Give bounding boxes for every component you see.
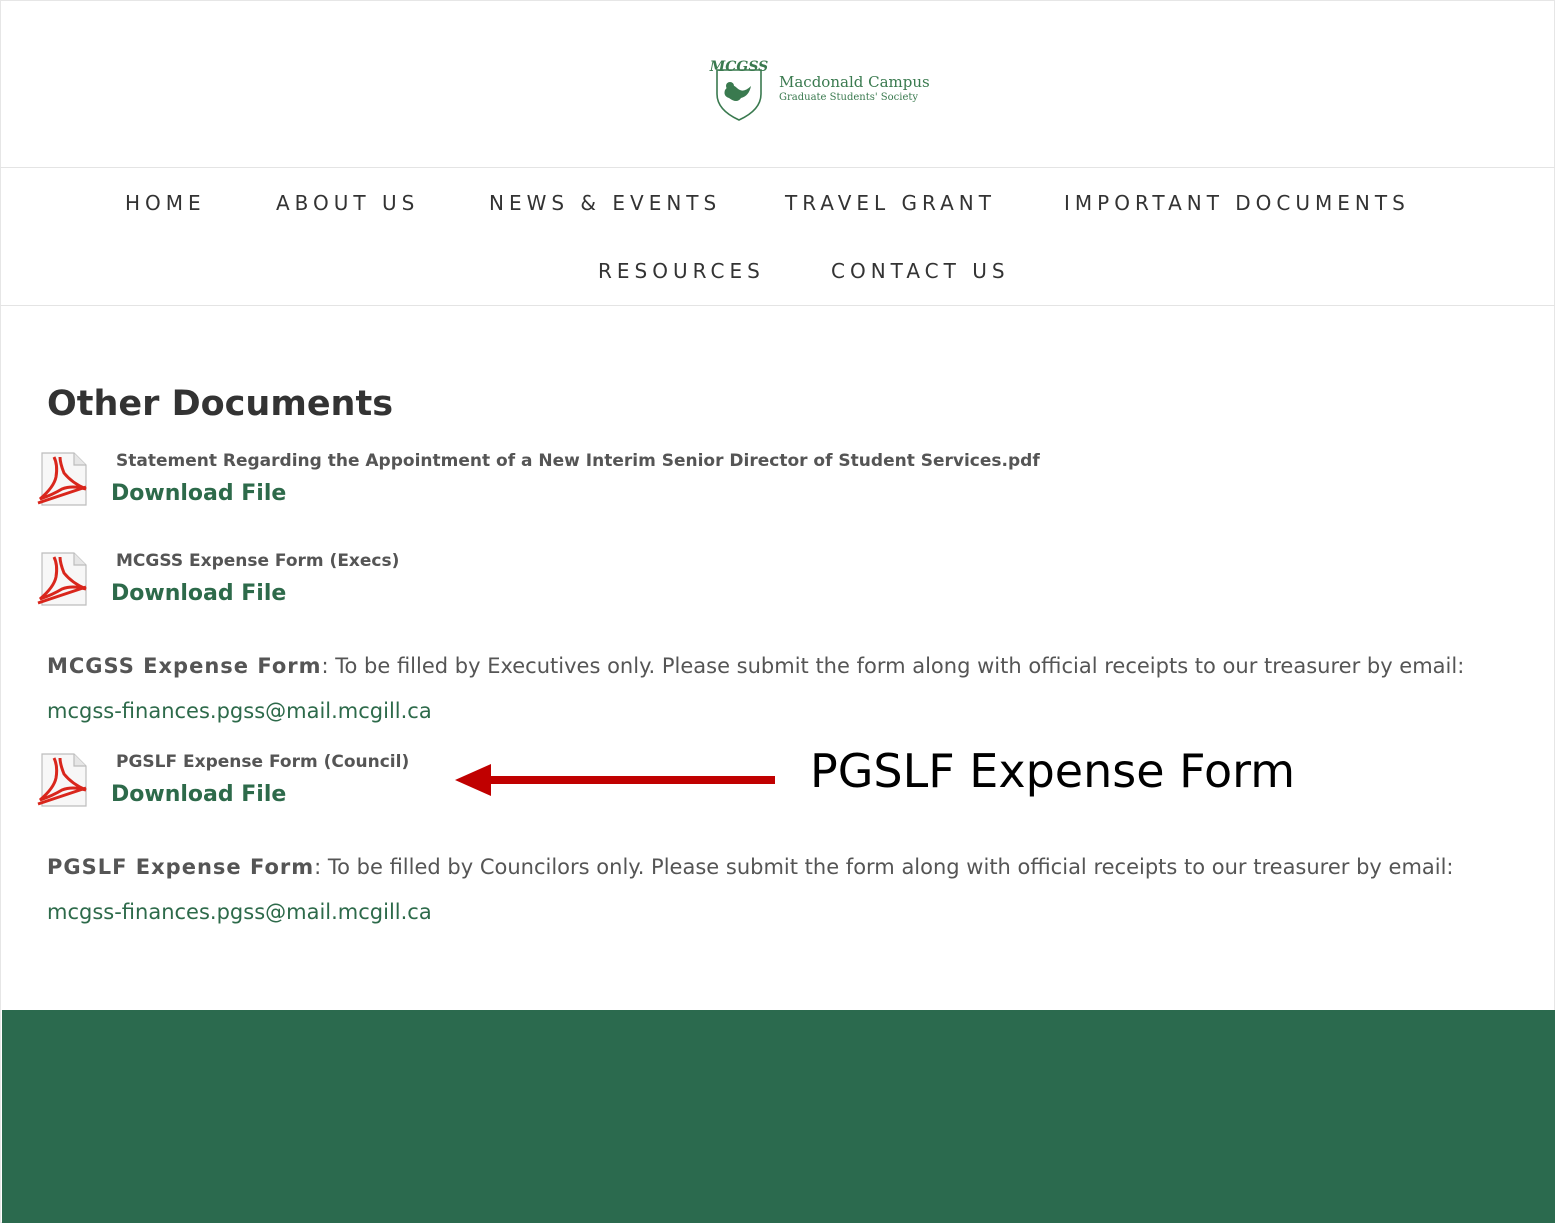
download-file-link[interactable]: Download File [111, 782, 286, 807]
annotation-arrow-icon [455, 764, 775, 796]
pdf-file-icon [37, 552, 87, 606]
nav-item-home[interactable]: HOME [125, 191, 206, 215]
document-item: Statement Regarding the Appointment of a… [34, 451, 1134, 511]
note-text: : To be filled by Executives only. Pleas… [321, 654, 1465, 678]
logo-shield-icon: MCGSS [709, 59, 769, 121]
logo-name: Macdonald Campus [779, 73, 930, 91]
nav-item-contact-us[interactable]: CONTACT US [831, 259, 1010, 283]
nav-item-news-events[interactable]: NEWS & EVENTS [489, 191, 721, 215]
site-logo[interactable]: MCGSS Macdonald Campus Graduate Students… [703, 56, 930, 122]
nav-item-about-us[interactable]: ABOUT US [276, 191, 419, 215]
site-footer [2, 1010, 1555, 1223]
note-text: : To be filled by Councilors only. Pleas… [314, 855, 1454, 879]
site-header: MCGSS Macdonald Campus Graduate Students… [0, 0, 1555, 168]
treasurer-email-link[interactable]: mcgss-finances.pgss@mail.mcgill.ca [47, 900, 432, 924]
logo-acronym: MCGSS [709, 59, 769, 75]
section-title: Other Documents [47, 384, 394, 424]
annotation-label: PGSLF Expense Form [810, 744, 1295, 798]
nav-item-travel-grant[interactable]: TRAVEL GRANT [785, 191, 996, 215]
logo-subtitle: Graduate Students' Society [779, 92, 919, 103]
expense-form-note: MCGSS Expense Form: To be filled by Exec… [47, 644, 1517, 734]
note-lead: PGSLF Expense Form [47, 855, 315, 879]
treasurer-email-link[interactable]: mcgss-finances.pgss@mail.mcgill.ca [47, 699, 432, 723]
nav-item-resources[interactable]: RESOURCES [598, 259, 765, 283]
expense-form-note: PGSLF Expense Form: To be filled by Coun… [47, 845, 1517, 935]
document-name: MCGSS Expense Form (Execs) [116, 551, 400, 571]
note-lead: MCGSS Expense Form [47, 654, 322, 678]
download-file-link[interactable]: Download File [111, 581, 286, 606]
document-name: PGSLF Expense Form (Council) [116, 752, 410, 772]
document-name: Statement Regarding the Appointment of a… [116, 451, 1040, 471]
main-nav: HOME ABOUT US NEWS & EVENTS TRAVEL GRANT… [0, 169, 1555, 306]
pdf-file-icon [37, 753, 87, 807]
download-file-link[interactable]: Download File [111, 481, 286, 506]
nav-item-important-documents[interactable]: IMPORTANT DOCUMENTS [1064, 191, 1410, 215]
pdf-file-icon [37, 452, 87, 506]
document-item: MCGSS Expense Form (Execs) Download File [34, 551, 1134, 611]
